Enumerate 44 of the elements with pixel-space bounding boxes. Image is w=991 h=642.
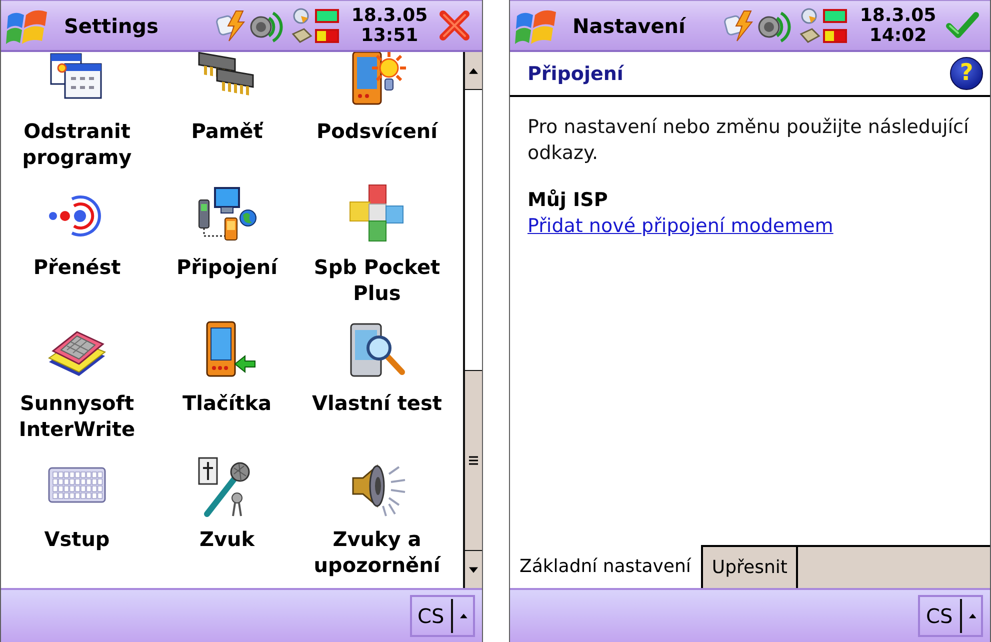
settings-item[interactable]: Podsvícení: [302, 52, 452, 182]
date-text: 18.3.05: [860, 6, 936, 26]
speaker-icon[interactable]: [248, 8, 282, 42]
up-arrow-icon: [468, 68, 478, 74]
up-arrow-icon: [968, 613, 976, 619]
lightning-icon[interactable]: [723, 8, 756, 42]
settings-item[interactable]: Zvuk: [152, 454, 302, 588]
clock-text: 13:51: [360, 26, 418, 46]
speaker-icon[interactable]: [756, 8, 791, 42]
settings-item[interactable]: Sunnysoft InterWrite: [2, 318, 152, 454]
battery-icon[interactable]: [314, 28, 338, 42]
date-text: 18.3.05: [351, 6, 428, 26]
page-title: Připojení: [528, 62, 624, 84]
window-title: Settings: [64, 14, 160, 38]
section-title: Můj ISP: [528, 188, 609, 213]
settings-item[interactable]: Vlastní test: [302, 318, 452, 454]
input-method-button[interactable]: CS: [410, 595, 474, 637]
tab[interactable]: Základní nastavení: [510, 545, 701, 588]
input-method-button[interactable]: CS: [918, 595, 983, 637]
grip-icon: [468, 456, 478, 465]
settings-item[interactable]: Paměť: [152, 52, 302, 182]
help-button[interactable]: ?: [950, 57, 983, 90]
settings-item[interactable]: Tlačítka: [152, 318, 302, 454]
add-connection-link[interactable]: Přidat nové připojení modemem: [528, 213, 834, 239]
clock-text: 14:02: [869, 26, 927, 46]
connection-icon[interactable]: [290, 6, 312, 46]
scroll-thumb[interactable]: [464, 370, 482, 550]
down-arrow-icon: [468, 566, 478, 572]
lightning-icon[interactable]: [214, 8, 248, 42]
settings-item[interactable]: Spb Pocket Plus: [302, 182, 452, 318]
battery-icon[interactable]: [823, 28, 847, 42]
tab[interactable]: Upřesnit: [700, 545, 798, 588]
connection-icon[interactable]: [799, 6, 821, 46]
scroll-down-button[interactable]: [464, 550, 482, 588]
scroll-up-button[interactable]: [464, 52, 482, 90]
battery-icon[interactable]: [314, 8, 338, 22]
settings-item[interactable]: Odstranit programy: [2, 52, 152, 182]
window-title: Nastavení: [572, 14, 687, 38]
settings-item[interactable]: Připojení: [152, 182, 302, 318]
settings-item[interactable]: Přenést: [2, 182, 152, 318]
instruction-text: Pro nastavení nebo změnu použijte následující odkazy.: [528, 115, 970, 166]
up-arrow-icon: [460, 613, 468, 619]
battery-icon[interactable]: [823, 8, 847, 22]
close-icon[interactable]: [436, 8, 472, 43]
